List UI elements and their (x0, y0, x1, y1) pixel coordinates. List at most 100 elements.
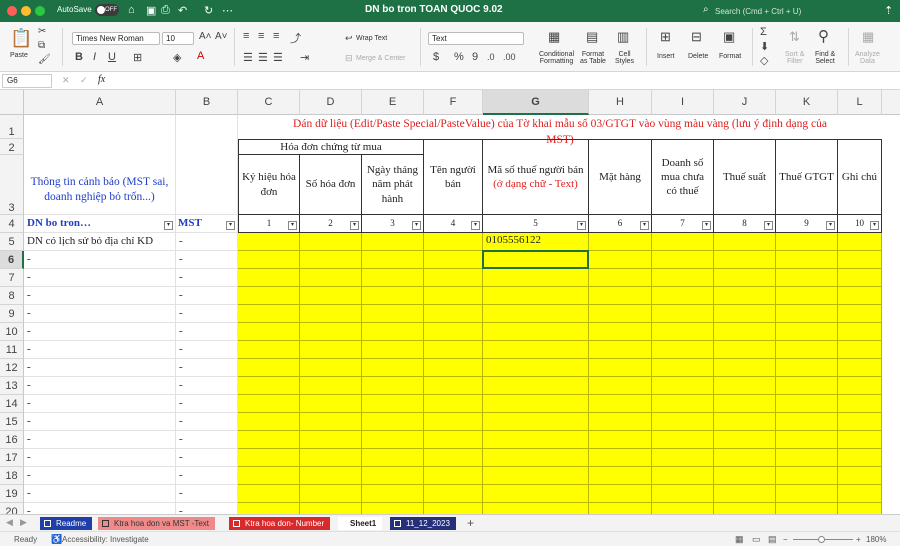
formula-input[interactable] (116, 75, 886, 87)
column-header-e[interactable]: E (362, 90, 424, 115)
cell-k13[interactable] (776, 377, 838, 395)
cell-f10[interactable] (424, 323, 483, 341)
cell-a14[interactable]: - (24, 395, 176, 413)
fill-icon[interactable]: ⬇ (760, 40, 769, 53)
cell-e7[interactable] (362, 269, 424, 287)
format-as-table-button[interactable]: Format as Table (580, 51, 606, 65)
cell-i6[interactable] (652, 251, 714, 269)
cell-f12[interactable] (424, 359, 483, 377)
row-header-6[interactable]: 6 (0, 251, 24, 269)
tab-ktra-text[interactable]: Ktra hoa don va MST -Text (98, 517, 216, 530)
filter-button-1[interactable]: ▾ (288, 221, 297, 230)
cell-l20[interactable] (838, 503, 882, 514)
cell-l14[interactable] (838, 395, 882, 413)
zoom-out-icon[interactable]: − (783, 532, 788, 547)
align-top-icon[interactable]: ≡ (243, 30, 249, 42)
filter-button-10[interactable]: ▾ (870, 221, 879, 230)
cell-f19[interactable] (424, 485, 483, 503)
zoom-level[interactable]: 180% (866, 532, 886, 547)
row-header-13[interactable]: 13 (0, 377, 24, 395)
row-header-1[interactable]: 1 (0, 115, 24, 139)
page-layout-icon[interactable]: ▭ (752, 532, 761, 547)
cell-k5[interactable] (776, 233, 838, 251)
cell-i11[interactable] (652, 341, 714, 359)
font-name-select[interactable]: Times New Roman (72, 32, 160, 45)
cell-g10[interactable] (483, 323, 589, 341)
cell-f14[interactable] (424, 395, 483, 413)
format-button[interactable]: Format (719, 53, 741, 60)
cell-e6[interactable] (362, 251, 424, 269)
cell-k6[interactable] (776, 251, 838, 269)
cell-c15[interactable] (238, 413, 300, 431)
cell-h16[interactable] (589, 431, 652, 449)
header-ky-hieu[interactable]: Ký hiệu hóa đơn (238, 155, 300, 215)
number-cell-3[interactable]: 3 ▾ (362, 215, 424, 233)
cell-b18[interactable]: - (176, 467, 238, 485)
name-box[interactable]: G6 (2, 74, 52, 88)
cell-g14[interactable] (483, 395, 589, 413)
add-sheet-icon[interactable]: + (467, 516, 474, 530)
cell-l12[interactable] (838, 359, 882, 377)
font-color-icon[interactable]: A (197, 50, 204, 62)
undo-icon[interactable]: ↶ (178, 4, 187, 17)
number-cell-8[interactable]: 8 ▾ (714, 215, 776, 233)
cell-k7[interactable] (776, 269, 838, 287)
cell-i14[interactable] (652, 395, 714, 413)
cell-j10[interactable] (714, 323, 776, 341)
cell-h14[interactable] (589, 395, 652, 413)
search-box[interactable]: Search (Cmd + Ctrl + U) (697, 4, 882, 19)
cell-h8[interactable] (589, 287, 652, 305)
info-label[interactable]: Thông tin cảnh báo (MST sai, doanh nghiệ… (24, 115, 176, 215)
close-window-button[interactable] (7, 6, 17, 16)
cell-b6[interactable]: - (176, 251, 238, 269)
cell-k17[interactable] (776, 449, 838, 467)
cell-b9[interactable]: - (176, 305, 238, 323)
cell-c16[interactable] (238, 431, 300, 449)
number-cell-5[interactable]: 5 ▾ (483, 215, 589, 233)
column-header-a[interactable]: A (24, 90, 176, 115)
cell-e14[interactable] (362, 395, 424, 413)
autosum-icon[interactable]: Σ (760, 26, 767, 38)
cell-b12[interactable]: - (176, 359, 238, 377)
cell-c14[interactable] (238, 395, 300, 413)
cell-i9[interactable] (652, 305, 714, 323)
currency-icon[interactable]: $ (433, 51, 439, 63)
delete-icon[interactable]: ⊟ (691, 29, 702, 45)
cell-k11[interactable] (776, 341, 838, 359)
cell-h10[interactable] (589, 323, 652, 341)
column-header-i[interactable]: I (652, 90, 714, 115)
tab-readme[interactable]: Readme (40, 517, 93, 530)
fill-color-icon[interactable]: ◈ (173, 51, 181, 64)
cell-d6[interactable] (300, 251, 362, 269)
cell-f16[interactable] (424, 431, 483, 449)
header-thue-gtgt[interactable]: Thuế GTGT (776, 139, 838, 215)
cell-f13[interactable] (424, 377, 483, 395)
cell-g5[interactable]: 0105556122 (483, 233, 589, 251)
cell-f7[interactable] (424, 269, 483, 287)
fx-icon[interactable]: fx (98, 74, 105, 85)
align-center-icon[interactable]: ☰ (258, 51, 268, 64)
cell-k19[interactable] (776, 485, 838, 503)
filter-button-9[interactable]: ▾ (826, 221, 835, 230)
cell-l18[interactable] (838, 467, 882, 485)
cell-a8[interactable]: - (24, 287, 176, 305)
cell-f9[interactable] (424, 305, 483, 323)
row-header-15[interactable]: 15 (0, 413, 24, 431)
find-select-icon[interactable]: ⚲ (818, 27, 829, 45)
cell-g13[interactable] (483, 377, 589, 395)
comma-icon[interactable]: 9 (472, 51, 478, 63)
cell-b-header[interactable] (176, 115, 238, 215)
decrease-font-icon[interactable]: A˅ (215, 31, 228, 42)
cell-a6[interactable]: - (24, 251, 176, 269)
filter-button-2[interactable]: ▾ (350, 221, 359, 230)
cell-d16[interactable] (300, 431, 362, 449)
format-painter-icon[interactable]: 🖌 (38, 54, 51, 65)
cell-l9[interactable] (838, 305, 882, 323)
tab-sheet1[interactable]: Sheet1 (338, 517, 383, 530)
cell-g20[interactable] (483, 503, 589, 514)
cell-b5[interactable]: - (176, 233, 238, 251)
more-icon[interactable]: ⋯ (222, 4, 233, 17)
cell-d13[interactable] (300, 377, 362, 395)
cell-j14[interactable] (714, 395, 776, 413)
cell-j12[interactable] (714, 359, 776, 377)
